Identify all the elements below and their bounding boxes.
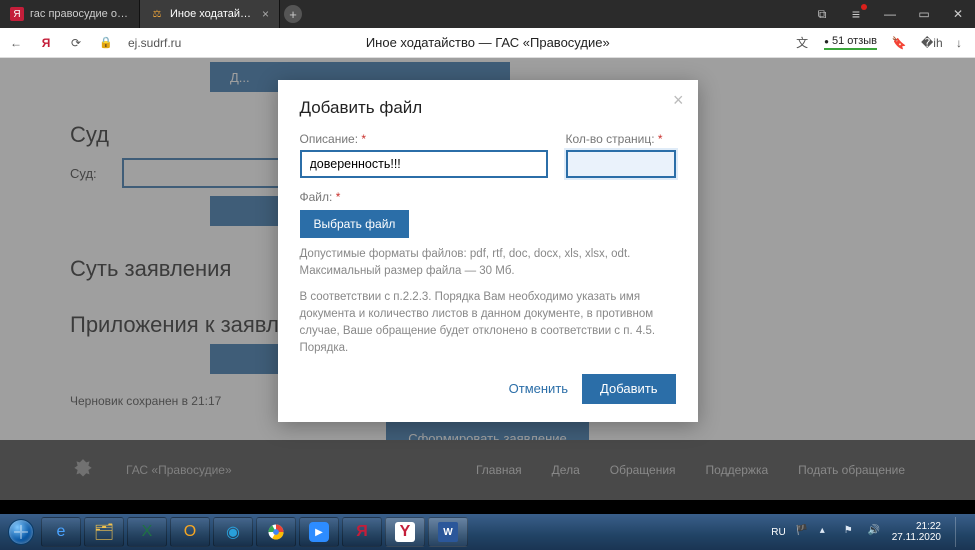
justice-favicon-icon: ⚖ [150, 7, 164, 21]
choose-file-button[interactable]: Выбрать файл [300, 210, 410, 238]
tray-time: 21:22 [892, 521, 941, 532]
windows-taskbar: e 🗂 X O ◉ ▶ Я Y W RU 🏴 ▴ ⚑ 🔊 21:22 27.11… [0, 514, 975, 550]
window-close-button[interactable]: ✕ [941, 0, 975, 28]
windows-orb-icon [8, 519, 34, 545]
taskbar-zoom-button[interactable]: ▶ [299, 517, 339, 547]
browser-address-bar: ← Я ⟳ 🔒 ej.sudrf.ru Иное ходатайство — Г… [0, 28, 975, 58]
yandex-home-button[interactable]: Я [38, 36, 54, 50]
modal-add-button[interactable]: Добавить [582, 374, 675, 404]
window-minimize-button[interactable]: — [873, 0, 907, 28]
nav-back-button[interactable]: ← [8, 36, 24, 50]
window-menu-button[interactable]: ≡ [839, 0, 873, 28]
modal-close-button[interactable]: × [673, 90, 684, 111]
browser-titlebar: Я гас правосудие официаль ⚖ Иное ходатай… [0, 0, 975, 28]
url-text[interactable]: ej.sudrf.ru [128, 36, 181, 50]
bookmark-icon[interactable]: 🔖 [891, 36, 907, 50]
description-label: Описание: * [300, 132, 548, 146]
plus-icon: + [284, 5, 302, 23]
modal-cancel-button[interactable]: Отменить [509, 381, 568, 396]
browser-tab-inactive[interactable]: Я гас правосудие официаль [0, 0, 140, 28]
extension-icon[interactable]: �ih [921, 36, 937, 50]
notification-dot-icon [861, 4, 867, 10]
taskbar-outlook-button[interactable]: O [170, 517, 210, 547]
lock-icon: 🔒 [98, 36, 114, 49]
tray-language[interactable]: RU [771, 527, 785, 538]
start-button[interactable] [4, 517, 38, 547]
taskbar-chrome-button[interactable] [256, 517, 296, 547]
tray-flag-icon[interactable]: 🏴 [796, 525, 810, 539]
new-tab-button[interactable]: + [280, 0, 306, 28]
tray-clock[interactable]: 21:22 27.11.2020 [892, 521, 941, 543]
modal-title: Добавить файл [300, 98, 676, 118]
nav-reload-button[interactable]: ⟳ [68, 36, 84, 50]
tab-title: гас правосудие официаль [30, 8, 129, 20]
description-input[interactable] [300, 150, 548, 178]
file-format-hint: Допустимые форматы файлов: pdf, rtf, doc… [300, 246, 676, 281]
window-copy-button[interactable]: ⧉ [805, 0, 839, 28]
tray-date: 27.11.2020 [892, 532, 941, 543]
taskbar-word-button[interactable]: W [428, 517, 468, 547]
pages-label: Кол-во страниц: * [566, 132, 676, 146]
file-label: Файл: * [300, 190, 676, 204]
yandex-favicon-icon: Я [10, 7, 24, 21]
taskbar-edge-button[interactable]: ◉ [213, 517, 253, 547]
translate-icon[interactable]: 文 [794, 34, 810, 51]
taskbar-browser-active-button[interactable]: Y [385, 517, 425, 547]
procedure-hint: В соответствии с п.2.2.3. Порядка Вам не… [300, 289, 676, 358]
reviews-badge[interactable]: 51 отзыв [824, 35, 877, 50]
taskbar-excel-button[interactable]: X [127, 517, 167, 547]
show-desktop-button[interactable] [955, 517, 965, 547]
tray-volume-icon[interactable]: 🔊 [868, 525, 882, 539]
add-file-modal: × Добавить файл Описание: * Кол-во стран… [278, 80, 698, 422]
download-icon[interactable]: ↓ [951, 36, 967, 50]
window-maximize-button[interactable]: ▭ [907, 0, 941, 28]
tab-title: Иное ходатайство — Г... [170, 8, 256, 20]
tray-action-center-icon[interactable]: ⚑ [844, 525, 858, 539]
taskbar-ie-button[interactable]: e [41, 517, 81, 547]
taskbar-yandex-button[interactable]: Я [342, 517, 382, 547]
tab-close-icon[interactable]: × [262, 7, 269, 21]
browser-tab-active[interactable]: ⚖ Иное ходатайство — Г... × [140, 0, 280, 28]
page-title: Иное ходатайство — ГАС «Правосудие» [195, 35, 780, 50]
system-tray: RU 🏴 ▴ ⚑ 🔊 21:22 27.11.2020 [771, 517, 971, 547]
taskbar-explorer-button[interactable]: 🗂 [84, 517, 124, 547]
tray-up-icon[interactable]: ▴ [820, 525, 834, 539]
pages-input[interactable] [566, 150, 676, 178]
page-viewport: Д... Суд Суд: Суть заявления Приложения … [0, 58, 975, 500]
